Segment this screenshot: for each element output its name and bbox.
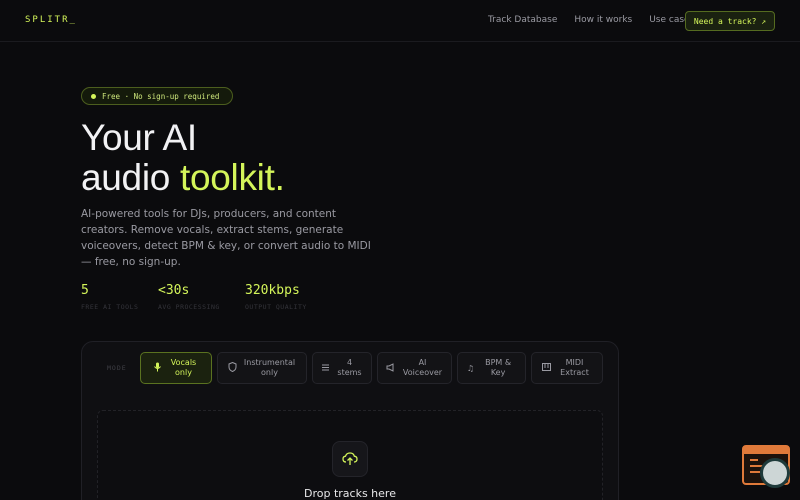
magnifier-icon[interactable] — [760, 458, 790, 488]
music-note-icon: ♫ — [466, 363, 475, 373]
status-dot-icon — [91, 93, 96, 99]
logo[interactable]: SPLITR_ — [25, 15, 77, 25]
stat-avg-processing: <30s AVG PROCESSING — [158, 283, 220, 311]
stat-label: OUTPUT QUALITY — [245, 303, 307, 311]
stat-output-quality: 320kbps OUTPUT QUALITY — [245, 283, 307, 311]
badge-text: Free · No sign-up required — [102, 91, 220, 101]
stat-label: AVG PROCESSING — [158, 303, 220, 311]
piano-icon — [541, 363, 551, 373]
widget-line — [750, 471, 760, 473]
mode-instrumental-only[interactable]: Instrumental only — [217, 352, 307, 384]
mode-label-text: Instrumental only — [243, 358, 296, 377]
mode-bpm-key[interactable]: ♫ BPM & Key — [457, 352, 526, 384]
stat-value: 320kbps — [245, 283, 300, 298]
mode-label-text: MIDI Extract — [560, 358, 589, 377]
mode-vocals-only[interactable]: Vocals only — [140, 352, 212, 384]
mic-icon — [153, 362, 162, 374]
megaphone-icon — [386, 362, 396, 374]
mode-midi-extract[interactable]: MIDI Extract — [531, 352, 603, 384]
hero-title-line2: audio — [81, 157, 181, 198]
stat-value: 5 — [81, 283, 89, 298]
layers-icon — [321, 363, 330, 374]
mode-4-stems[interactable]: 4 stems — [312, 352, 372, 384]
hero-title-accent: toolkit. — [180, 157, 285, 198]
mode-ai-voiceover[interactable]: AI Voiceover — [377, 352, 452, 384]
widget-title-bar — [744, 447, 788, 454]
top-nav: SPLITR_ Track Database How it works Use … — [0, 0, 800, 42]
free-badge: Free · No sign-up required — [81, 87, 233, 105]
mode-label-text: Vocals only — [170, 358, 197, 377]
hero-description: AI-powered tools for DJs, producers, and… — [81, 208, 371, 268]
hero-title: Your AI audio toolkit. — [81, 118, 285, 198]
upload-cloud-icon[interactable] — [332, 441, 368, 477]
stat-free-tools: 5 FREE AI TOOLS — [81, 283, 138, 311]
shield-icon — [228, 361, 237, 374]
hero-title-line1: Your AI — [81, 117, 197, 158]
mode-label-text: AI Voiceover — [402, 358, 443, 377]
nav-links: Track Database How it works Use cases — [488, 15, 694, 25]
mode-label-text: BPM & Key — [485, 358, 512, 377]
mode-label-text: 4 stems — [337, 358, 362, 377]
stat-label: FREE AI TOOLS — [81, 303, 139, 311]
stat-value: <30s — [158, 283, 190, 298]
nav-link-track-database[interactable]: Track Database — [488, 15, 557, 25]
page: SPLITR_ Track Database How it works Use … — [0, 0, 800, 500]
nav-link-how-it-works[interactable]: How it works — [574, 15, 632, 25]
need-a-track-button[interactable]: Need a track? ↗ — [685, 11, 775, 31]
mode-label: MODE — [107, 364, 127, 372]
drop-tracks-text: Drop tracks here — [304, 487, 396, 500]
widget-line — [750, 459, 758, 461]
